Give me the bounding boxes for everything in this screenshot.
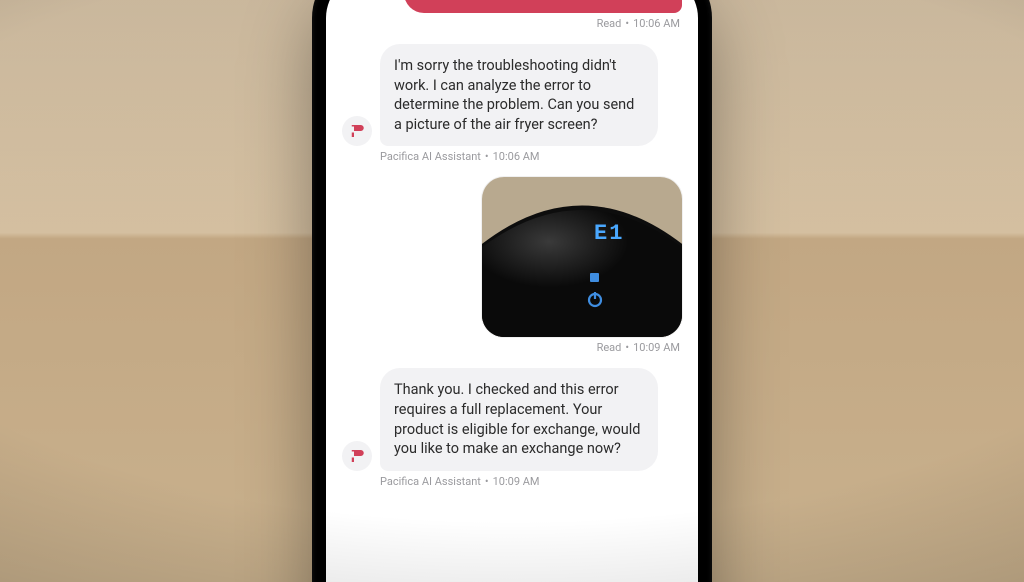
sender-name: Pacifica AI Assistant — [380, 475, 481, 488]
message-meta: Read • 10:09 AM — [342, 341, 682, 354]
message-meta: Pacifica AI Assistant • 10:09 AM — [342, 475, 682, 488]
brand-logo-icon — [348, 122, 366, 140]
meta-separator: • — [485, 150, 489, 163]
scene-background: I've tried all that and it's not working… — [0, 0, 1024, 582]
message-image[interactable]: E1 — [482, 177, 682, 337]
message-time: 10:06 AM — [633, 17, 680, 30]
message-text: I'm sorry the troubleshooting didn't wor… — [394, 57, 634, 133]
read-status: Read — [597, 341, 622, 354]
message-time: 10:09 AM — [493, 475, 540, 488]
message-text: Thank you. I checked and this error requ… — [394, 381, 640, 457]
phone-bezel: I've tried all that and it's not working… — [312, 0, 712, 582]
meta-separator: • — [625, 17, 629, 30]
read-status: Read — [597, 17, 622, 30]
appliance-display-code: E1 — [594, 221, 624, 246]
message-row-incoming: I'm sorry the troubleshooting didn't wor… — [342, 44, 682, 146]
message-meta: Pacifica AI Assistant • 10:06 AM — [342, 150, 682, 163]
message-time: 10:09 AM — [633, 341, 680, 354]
message-meta: Read • 10:06 AM — [342, 17, 682, 30]
assistant-avatar[interactable] — [342, 441, 372, 471]
phone-screen: I've tried all that and it's not working… — [326, 0, 698, 582]
message-bubble[interactable]: I've tried all that and it's not working… — [404, 0, 682, 13]
assistant-avatar[interactable] — [342, 116, 372, 146]
message-row-outgoing: I've tried all that and it's not working… — [342, 0, 682, 13]
message-bubble[interactable]: Thank you. I checked and this error requ… — [380, 368, 658, 470]
message-bubble[interactable]: I'm sorry the troubleshooting didn't wor… — [380, 44, 658, 146]
meta-separator: • — [485, 475, 489, 488]
message-row-incoming: Thank you. I checked and this error requ… — [342, 368, 682, 470]
chat-scroll-area[interactable]: I've tried all that and it's not working… — [326, 0, 698, 582]
sender-name: Pacifica AI Assistant — [380, 150, 481, 163]
brand-logo-icon — [348, 447, 366, 465]
meta-separator: • — [625, 341, 629, 354]
air-fryer-photo: E1 — [482, 177, 682, 337]
message-time: 10:06 AM — [493, 150, 540, 163]
message-row-outgoing-image: E1 — [342, 177, 682, 337]
